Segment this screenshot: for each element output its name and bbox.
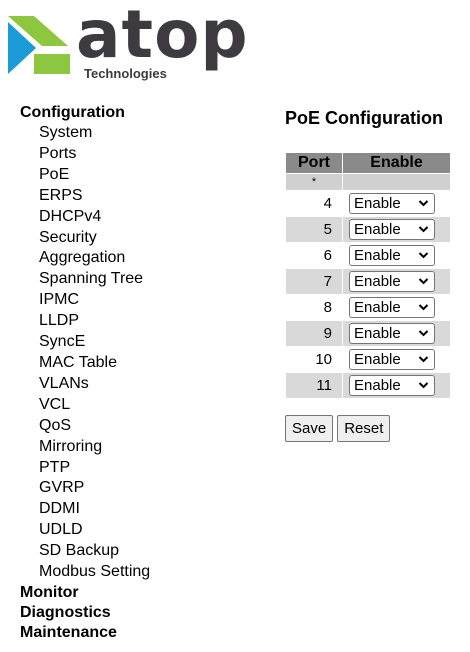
save-button[interactable]: Save — [285, 415, 334, 442]
chevron-down-icon — [418, 272, 429, 296]
nav-item-qos[interactable]: QoS — [20, 416, 150, 437]
enable-select[interactable]: Enable — [349, 271, 435, 292]
nav-item-ports[interactable]: Ports — [20, 144, 150, 165]
atop-logo-mark-icon — [8, 16, 70, 74]
chevron-down-icon — [418, 246, 429, 270]
nav-item-spanning-tree[interactable]: Spanning Tree — [20, 269, 150, 290]
enable-select-value: Enable — [354, 325, 401, 342]
main-content: PoE Configuration Port Enable * 4 Enable… — [285, 108, 451, 442]
table-row-all: * — [285, 173, 451, 191]
enable-select-value: Enable — [354, 195, 401, 212]
port-number: 9 — [285, 320, 343, 347]
sidebar-nav: Configuration System Ports PoE ERPS DHCP… — [20, 103, 150, 643]
column-header-enable: Enable — [342, 152, 451, 174]
nav-item-mirroring[interactable]: Mirroring — [20, 437, 150, 458]
all-ports-empty-cell — [342, 173, 451, 191]
chevron-down-icon — [418, 324, 429, 348]
enable-select-value: Enable — [354, 221, 401, 238]
enable-select-value: Enable — [354, 299, 401, 316]
poe-config-table: Port Enable * 4 Enable 5 Enable 6 Enable… — [285, 152, 451, 399]
nav-item-udld[interactable]: UDLD — [20, 520, 150, 541]
enable-select[interactable]: Enable — [349, 323, 435, 344]
port-number: 4 — [285, 190, 343, 217]
nav-monitor[interactable]: Monitor — [20, 583, 150, 603]
nav-item-poe[interactable]: PoE — [20, 165, 150, 186]
port-number: 10 — [285, 346, 343, 373]
nav-item-modbus-setting[interactable]: Modbus Setting — [20, 562, 150, 583]
enable-select[interactable]: Enable — [349, 349, 435, 370]
table-row: 6 Enable — [285, 242, 451, 269]
table-row: 5 Enable — [285, 216, 451, 243]
nav-maintenance[interactable]: Maintenance — [20, 623, 150, 643]
logo-tagline: Technologies — [84, 66, 167, 81]
chevron-down-icon — [418, 376, 429, 400]
table-row: 9 Enable — [285, 320, 451, 347]
enable-select-value: Enable — [354, 273, 401, 290]
nav-item-ipmc[interactable]: IPMC — [20, 290, 150, 311]
nav-item-vlans[interactable]: VLANs — [20, 374, 150, 395]
port-number: 5 — [285, 216, 343, 243]
enable-select-value: Enable — [354, 247, 401, 264]
nav-item-lldp[interactable]: LLDP — [20, 311, 150, 332]
nav-item-gvrp[interactable]: GVRP — [20, 478, 150, 499]
nav-item-erps[interactable]: ERPS — [20, 186, 150, 207]
port-number: 7 — [285, 268, 343, 295]
table-header-row: Port Enable — [285, 152, 451, 174]
enable-select-value: Enable — [354, 377, 401, 394]
nav-item-ptp[interactable]: PTP — [20, 458, 150, 479]
table-row: 4 Enable — [285, 190, 451, 217]
chevron-down-icon — [418, 298, 429, 322]
nav-item-dhcpv4[interactable]: DHCPv4 — [20, 207, 150, 228]
table-row: 7 Enable — [285, 268, 451, 295]
table-row: 10 Enable — [285, 346, 451, 373]
nav-item-security[interactable]: Security — [20, 228, 150, 249]
atop-logo: atop Technologies — [6, 2, 248, 84]
port-number: 6 — [285, 242, 343, 269]
chevron-down-icon — [418, 220, 429, 244]
enable-select[interactable]: Enable — [349, 245, 435, 266]
enable-select-value: Enable — [354, 351, 401, 368]
nav-item-mac-table[interactable]: MAC Table — [20, 353, 150, 374]
nav-item-vcl[interactable]: VCL — [20, 395, 150, 416]
nav-item-sd-backup[interactable]: SD Backup — [20, 541, 150, 562]
form-buttons: Save Reset — [285, 415, 451, 442]
enable-select[interactable]: Enable — [349, 219, 435, 240]
port-number: 11 — [285, 372, 343, 399]
enable-select[interactable]: Enable — [349, 375, 435, 396]
page-title: PoE Configuration — [285, 108, 443, 128]
enable-select[interactable]: Enable — [349, 297, 435, 318]
nav-item-ddmi[interactable]: DDMI — [20, 499, 150, 520]
reset-button[interactable]: Reset — [337, 415, 391, 442]
port-number: 8 — [285, 294, 343, 321]
nav-diagnostics[interactable]: Diagnostics — [20, 603, 150, 623]
nav-item-aggregation[interactable]: Aggregation — [20, 248, 150, 269]
logo-wordmark: atop — [76, 0, 249, 73]
table-row: 8 Enable — [285, 294, 451, 321]
enable-select[interactable]: Enable — [349, 193, 435, 214]
chevron-down-icon — [418, 194, 429, 218]
nav-configuration[interactable]: Configuration — [20, 103, 150, 123]
table-row: 11 Enable — [285, 372, 451, 399]
column-header-port: Port — [285, 152, 343, 174]
nav-item-synce[interactable]: SyncE — [20, 332, 150, 353]
chevron-down-icon — [418, 350, 429, 374]
all-ports-marker: * — [285, 173, 343, 191]
nav-item-system[interactable]: System — [20, 123, 150, 144]
